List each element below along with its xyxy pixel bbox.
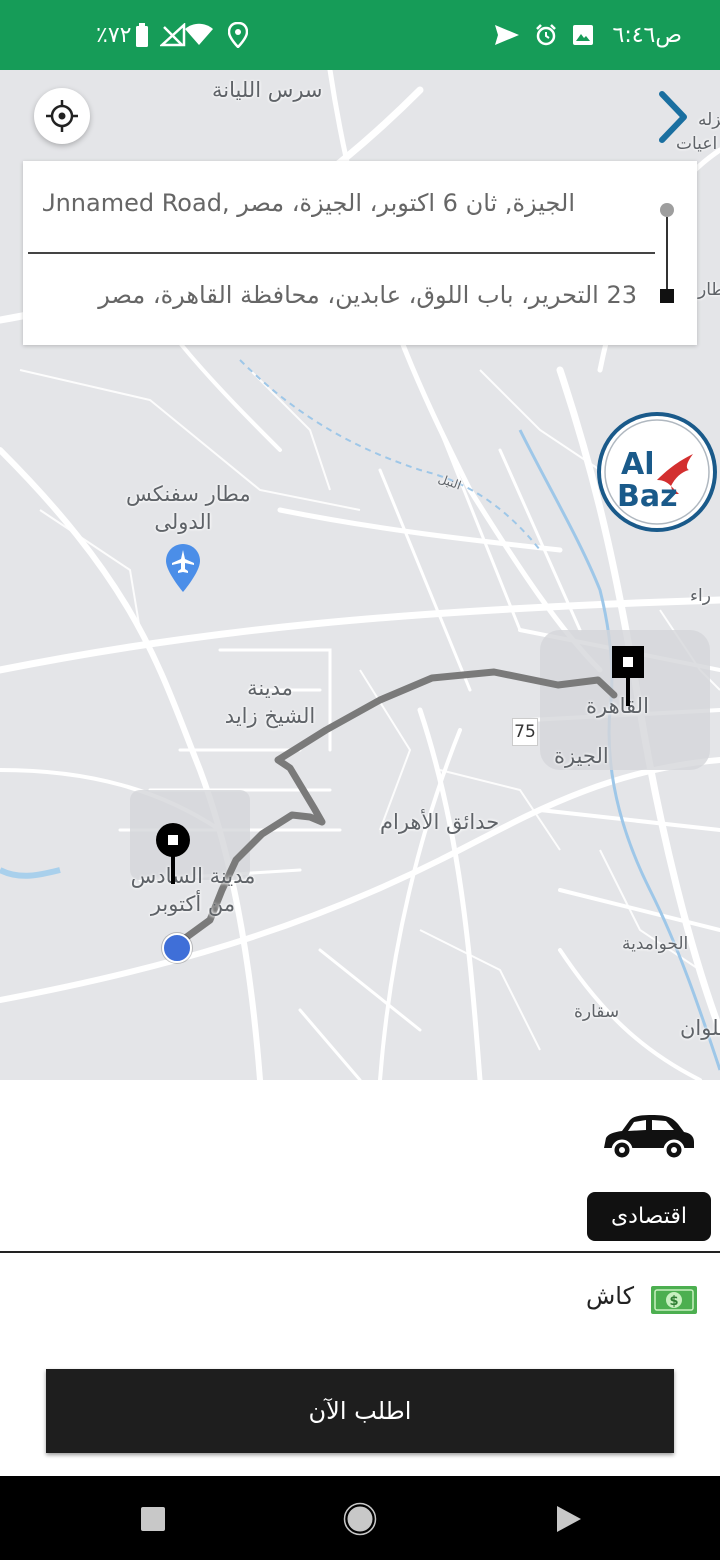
signal-icon xyxy=(160,0,186,70)
svg-text:$: $ xyxy=(669,1294,678,1309)
circle-icon xyxy=(343,1502,377,1536)
car-icon[interactable] xyxy=(600,1112,696,1162)
pickup-address-field[interactable]: الجيزة, ثان 6 اكتوبر، الجيزة، مصر ,Unnam… xyxy=(43,189,575,217)
map-label-hawamdeya: الحوامدية xyxy=(622,934,689,954)
brand-name-line1: Al xyxy=(621,447,655,482)
map-label-airport: مطار سفنكس الدولى xyxy=(126,480,251,536)
map-label-hadayek-ahram: حدائق الأهرام xyxy=(380,810,500,834)
wifi-icon xyxy=(184,0,214,70)
map-label-october: مدينة السادس من أكتوبر xyxy=(130,862,256,918)
gallery-icon xyxy=(572,0,594,70)
locate-button[interactable] xyxy=(34,88,90,144)
triangle-icon xyxy=(557,1506,581,1532)
chevron-right-icon[interactable] xyxy=(652,90,692,144)
system-nav-bar xyxy=(0,1476,720,1560)
brand-name-line2: Baz xyxy=(617,479,678,514)
clock-time: ٦:٤٦ xyxy=(612,22,656,48)
map-label-october-line2: من أكتوبر xyxy=(150,892,236,916)
square-icon xyxy=(141,1507,165,1531)
destination-address-field[interactable]: 23 التحرير، باب اللوق، عابدين، محافظة ال… xyxy=(43,281,637,309)
current-location-dot xyxy=(162,933,192,963)
crosshair-icon xyxy=(46,100,78,132)
pickup-marker-icon xyxy=(660,203,674,217)
address-divider xyxy=(28,252,655,254)
map-label-airport-line1: مطار سفنكس xyxy=(126,482,251,506)
recents-button[interactable] xyxy=(128,1494,178,1544)
location-icon xyxy=(228,0,248,70)
back-button[interactable] xyxy=(544,1494,594,1544)
route-connector xyxy=(666,217,668,289)
cash-icon[interactable]: $ xyxy=(650,1285,698,1315)
map-label-helwan: حلوان xyxy=(680,1016,720,1040)
map-label-edge-right: طار xyxy=(698,280,720,300)
clock-period: ص xyxy=(655,22,682,48)
map-label-saqqara: سقارة xyxy=(574,1002,620,1022)
address-card: الجيزة, ثان 6 اكتوبر، الجيزة، مصر ,Unnam… xyxy=(23,161,697,345)
alarm-icon xyxy=(534,0,558,70)
status-bar: ٦:٤٦ ص ٪٧٢ xyxy=(0,0,720,70)
destination-marker-icon xyxy=(660,289,674,303)
map-label-edge-right-2: راء xyxy=(690,586,711,606)
clock: ٦:٤٦ ص xyxy=(613,0,692,70)
ride-class-chip[interactable]: اقتصادى xyxy=(587,1192,711,1241)
pickup-pin-icon xyxy=(156,823,190,884)
sheet-divider xyxy=(0,1251,720,1253)
map-label-sheikh-zayed: مدينة الشيخ زايد xyxy=(222,674,318,730)
map-label-sheikh-zayed-line2: الشيخ زايد xyxy=(224,704,316,728)
map-label-airport-line2: الدولى xyxy=(154,510,212,534)
battery-icon xyxy=(134,0,150,70)
map-label-giza: الجيزة xyxy=(554,744,609,768)
airport-icon xyxy=(166,544,200,592)
road-shield-75: 75 xyxy=(512,718,538,746)
brand-logo: Al Baz xyxy=(597,412,717,532)
map-label-sers-elyana: سرس الليانة xyxy=(212,78,323,102)
map-label-october-line1: مدينة السادس xyxy=(130,864,256,888)
payment-method-label[interactable]: كاش xyxy=(560,1282,634,1310)
send-icon xyxy=(494,0,520,70)
battery-percent: ٪٧٢ xyxy=(96,22,132,48)
home-button[interactable] xyxy=(335,1494,385,1544)
order-now-button[interactable]: اطلب الآن xyxy=(46,1369,674,1453)
map-label-sheikh-zayed-line1: مدينة xyxy=(247,676,293,700)
destination-pin-icon xyxy=(612,646,644,706)
